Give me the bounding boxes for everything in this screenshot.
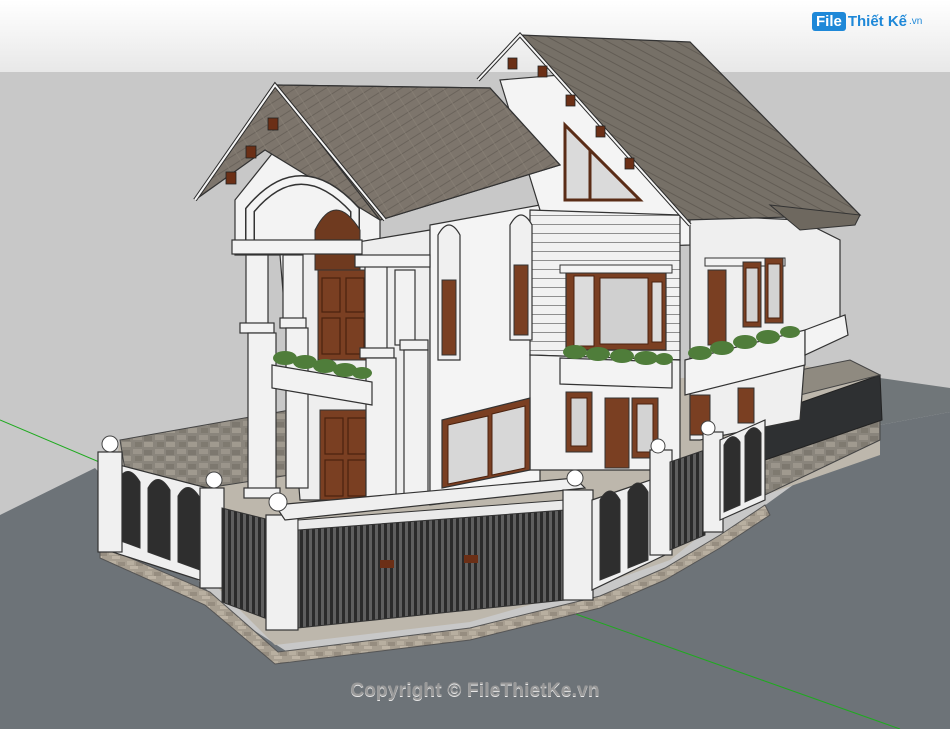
lower-main-door bbox=[319, 409, 371, 501]
fence-pillar-5 bbox=[649, 449, 673, 556]
gate-handle-2 bbox=[464, 555, 478, 563]
logo-badge: File bbox=[812, 12, 846, 31]
gate-handle-1 bbox=[380, 560, 394, 568]
copyright-watermark: Copyright © FileThietKe.vn bbox=[350, 680, 600, 701]
bay-lower-door bbox=[604, 397, 630, 469]
porch-entablature bbox=[231, 239, 363, 255]
fence-pillar-1 bbox=[97, 451, 123, 553]
logo-tld: .vn bbox=[909, 16, 923, 27]
sky bbox=[0, 0, 950, 75]
fence-pillar-3 bbox=[265, 514, 299, 631]
fence-pillar-4 bbox=[562, 489, 594, 601]
side-gate-left bbox=[221, 507, 271, 621]
filethietke-logo: File Thiết Kế .vn bbox=[812, 12, 922, 31]
fence-pillar-2 bbox=[199, 487, 225, 589]
bay-window-hood bbox=[559, 264, 673, 274]
bay-planter bbox=[559, 357, 673, 389]
logo-text: Thiết Kế bbox=[847, 13, 908, 30]
porch-entablature-2 bbox=[354, 254, 431, 268]
upper-main-door bbox=[317, 269, 369, 361]
sketchup-villa-render bbox=[0, 0, 950, 729]
side-gate-right bbox=[669, 449, 706, 551]
